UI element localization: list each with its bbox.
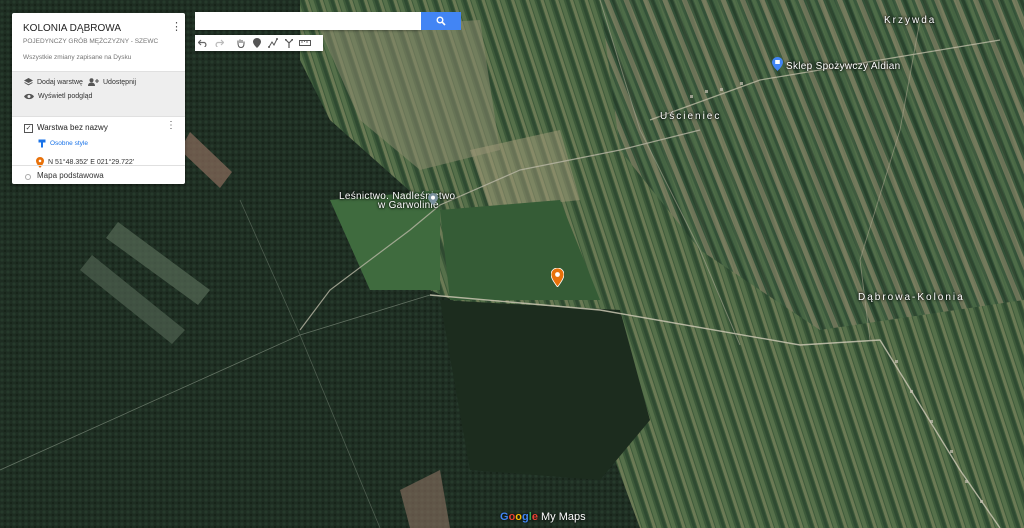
redo-button[interactable]: [211, 35, 227, 51]
share-icon: [88, 78, 99, 86]
save-status: Wszystkie zmiany zapisane na Dysku: [23, 54, 132, 61]
paint-icon: [38, 139, 46, 148]
search-input[interactable]: [195, 12, 421, 30]
hand-icon: [237, 39, 245, 48]
undo-icon: [198, 39, 207, 47]
add-layer-button[interactable]: Dodaj warstwę: [24, 78, 83, 86]
layer-style-link[interactable]: Osobne style: [38, 139, 88, 148]
share-button[interactable]: Udostępnij: [88, 78, 136, 86]
directions-button[interactable]: [281, 35, 297, 51]
search-icon: [436, 16, 446, 26]
base-map-toggle-icon[interactable]: [25, 174, 31, 180]
eye-icon: [24, 93, 34, 100]
google-my-maps-logo: Google My Maps: [500, 511, 586, 523]
layer-item: ✓ Warstwa bez nazwy ⋮ Osobne style N 51°…: [12, 116, 185, 168]
add-marker-button[interactable]: [249, 35, 265, 51]
place-label-shop[interactable]: Sklep Spożywczy Aldian: [786, 61, 900, 72]
share-label: Udostępnij: [103, 78, 137, 86]
search-button[interactable]: [421, 12, 461, 30]
preview-label: Wyświetl podgląd: [38, 93, 93, 100]
map-toolbar: [195, 35, 323, 51]
layer-name[interactable]: Warstwa bez nazwy: [37, 123, 108, 132]
select-tool-button[interactable]: [233, 35, 249, 51]
ruler-icon: [299, 40, 311, 46]
map-title[interactable]: KOLONIA DĄBROWA: [23, 23, 121, 34]
undo-button[interactable]: [195, 35, 211, 51]
place-label-krzywda[interactable]: Krzywda: [884, 15, 936, 26]
logo-product: My Maps: [541, 511, 586, 523]
add-layer-label: Dodaj warstwę: [37, 78, 83, 86]
line-icon: [268, 38, 278, 48]
map-options-menu-button[interactable]: ⋮: [171, 21, 182, 33]
map-description[interactable]: POJEDYNCZY GRÓB MĘŻCZYZNY - SZEWC: [23, 38, 158, 45]
place-label-dabrowa[interactable]: Dąbrowa-Kolonia: [858, 292, 965, 303]
layers-icon: [24, 78, 33, 86]
directions-icon: [285, 39, 293, 48]
draw-line-button[interactable]: [265, 35, 281, 51]
layer-visibility-checkbox[interactable]: ✓: [24, 124, 33, 133]
preview-button[interactable]: Wyświetl podgląd: [24, 93, 92, 100]
redo-icon: [215, 39, 224, 47]
layer-options-menu-button[interactable]: ⋮: [166, 120, 176, 131]
place-label-uscieniec[interactable]: Uścieniec: [660, 111, 721, 122]
base-map-label: Mapa podstawowa: [37, 171, 104, 180]
layer-style-label: Osobne style: [50, 140, 88, 147]
panel-action-bar: Dodaj warstwę Udostępnij Wyświetl podglą…: [12, 71, 185, 117]
map-side-panel: KOLONIA DĄBROWA POJEDYNCZY GRÓB MĘŻCZYZN…: [12, 13, 185, 184]
marker-icon: [253, 38, 261, 48]
base-map-row[interactable]: Mapa podstawowa: [12, 165, 185, 185]
measure-button[interactable]: [297, 35, 313, 51]
